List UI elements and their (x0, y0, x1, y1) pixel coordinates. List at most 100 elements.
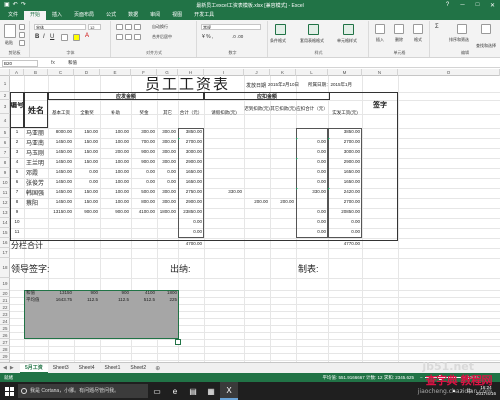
row-header[interactable]: 2 (0, 92, 10, 100)
row-header[interactable]: 14 (0, 218, 10, 228)
row-header[interactable]: 29 (0, 353, 10, 360)
merge-center-button[interactable]: 合并后居中 (152, 34, 172, 40)
col-header[interactable]: I (204, 69, 244, 76)
avg-value[interactable]: 1643.75 (48, 297, 72, 302)
col-header[interactable]: K (270, 69, 296, 76)
row-header[interactable]: 3 (0, 100, 10, 114)
row-header[interactable]: 7 (0, 148, 10, 158)
wrap-text-button[interactable]: 自动换行 (152, 24, 168, 30)
cell[interactable]: 13150.00 (48, 209, 72, 214)
row-header[interactable]: 19 (0, 278, 10, 290)
row-header[interactable]: 21 (0, 297, 10, 304)
tab-developer[interactable]: 开发工具 (188, 11, 220, 20)
insert-cells-button[interactable]: 插入 (376, 37, 384, 43)
cell[interactable]: 150.00 (74, 139, 98, 144)
tab-view[interactable]: 视图 (166, 11, 188, 20)
sheet-tab[interactable]: Sheet2 (125, 364, 151, 373)
cell[interactable]: 2900.00 (328, 159, 360, 164)
cell[interactable]: 0.00 (178, 229, 202, 234)
cell[interactable]: 1650.00 (178, 169, 202, 174)
maximize-button[interactable]: □ (470, 2, 485, 9)
cell[interactable]: 2700.00 (328, 199, 360, 204)
row-header[interactable]: 4 (0, 114, 10, 128)
cell[interactable]: 100.00 (100, 139, 129, 144)
row-header[interactable]: 23 (0, 311, 10, 318)
cell[interactable]: 2700.00 (178, 139, 202, 144)
row-header[interactable]: 12 (0, 198, 10, 208)
underline-icon[interactable]: U (50, 34, 54, 40)
start-button[interactable] (0, 382, 18, 400)
tab-review[interactable]: 审阅 (144, 11, 166, 20)
quick-analysis-icon[interactable] (175, 339, 181, 345)
border-icon[interactable] (61, 34, 68, 41)
cell[interactable]: 1450.00 (48, 179, 72, 184)
avg-value[interactable]: 112.5 (100, 297, 129, 302)
formula-input[interactable]: 和值 (68, 60, 77, 66)
excel-taskbar-icon[interactable]: X (220, 382, 238, 400)
cell[interactable]: 2420.00 (328, 189, 360, 194)
cell[interactable]: 2900.00 (178, 199, 202, 204)
cell[interactable]: 300.00 (131, 129, 155, 134)
cell[interactable]: 700.00 (131, 139, 155, 144)
row-header[interactable]: 15 (0, 228, 10, 238)
row-header[interactable]: 13 (0, 208, 10, 218)
cell[interactable]: 100.00 (100, 159, 129, 164)
insert-cells-icon[interactable] (375, 24, 385, 34)
cell[interactable]: 800.00 (131, 199, 155, 204)
cell-grid[interactable]: 员工工资表 发放日期 2015年2月10日 所属日期：2015年1月 编号 姓名… (10, 76, 500, 362)
cell[interactable]: 150.00 (74, 189, 98, 194)
row-header[interactable]: 11 (0, 188, 10, 198)
avg-value[interactable]: 512.5 (131, 297, 155, 302)
cell[interactable]: 100.00 (100, 169, 129, 174)
cell[interactable]: 1650.00 (178, 179, 202, 184)
cell[interactable]: 0.00 (74, 169, 98, 174)
col-header[interactable]: C (48, 69, 74, 76)
col-header[interactable]: M (328, 69, 362, 76)
add-sheet-button[interactable]: ⊕ (151, 365, 164, 372)
cell[interactable]: 330.00 (296, 189, 326, 194)
cell[interactable]: 0.00 (157, 179, 176, 184)
bold-icon[interactable]: B (35, 34, 39, 40)
cell[interactable]: 1650.00 (328, 169, 360, 174)
align-top-icon[interactable] (116, 24, 123, 30)
edge-icon[interactable]: e (166, 382, 184, 400)
zoom-out-icon[interactable]: − (420, 375, 423, 380)
cell[interactable]: 0.00 (296, 149, 326, 154)
delete-cells-icon[interactable] (394, 24, 404, 34)
close-button[interactable]: ✕ (485, 2, 500, 9)
sheet-tab[interactable]: Sheet4 (74, 364, 100, 373)
cell[interactable]: 150.00 (74, 159, 98, 164)
cell[interactable]: 900.00 (74, 209, 98, 214)
sum-value[interactable]: 4100 (131, 290, 155, 295)
cell[interactable]: 2900.00 (178, 159, 202, 164)
avg-value[interactable]: 225 (157, 297, 177, 302)
tab-file[interactable]: 文件 (2, 11, 24, 20)
cell[interactable]: 2750.00 (178, 189, 202, 194)
row-header[interactable]: 26 (0, 332, 10, 339)
cell[interactable]: 0.00 (296, 139, 326, 144)
autosum-icon[interactable]: Σ (435, 24, 439, 30)
cell[interactable]: 1450.00 (48, 169, 72, 174)
col-header[interactable]: N (362, 69, 398, 76)
cell[interactable]: 0.00 (131, 179, 155, 184)
tab-insert[interactable]: 插入 (46, 11, 68, 20)
row-header[interactable]: 17 (0, 248, 10, 258)
error-indicator-icon[interactable] (328, 138, 330, 140)
cell[interactable]: 500.00 (131, 189, 155, 194)
currency-icon[interactable]: ¥ % , (202, 34, 213, 40)
align-center-icon[interactable] (125, 34, 132, 40)
error-indicator-icon[interactable] (296, 188, 298, 190)
find-select-button[interactable]: 查找和选择 (476, 43, 496, 49)
subtotal-total[interactable]: 4700.00 (178, 241, 202, 246)
sum-value[interactable]: 13150 (48, 290, 72, 295)
format-cells-button[interactable]: 格式 (414, 37, 422, 43)
sheet-tab[interactable]: Sheet3 (48, 364, 74, 373)
italic-icon[interactable]: I (43, 34, 45, 40)
cell[interactable]: 150.00 (74, 149, 98, 154)
font-color-icon[interactable]: A (85, 33, 89, 39)
cell[interactable]: 3850.00 (328, 129, 360, 134)
cell[interactable]: 1450.00 (48, 159, 72, 164)
cell[interactable]: 330.00 (204, 189, 242, 194)
col-header[interactable]: J (244, 69, 270, 76)
col-header[interactable]: L (296, 69, 328, 76)
